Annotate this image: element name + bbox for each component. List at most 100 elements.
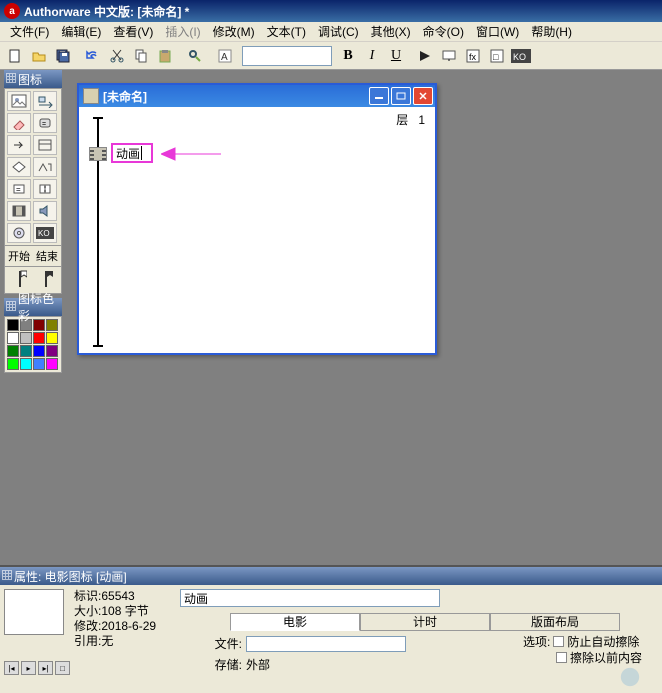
- tab-timing[interactable]: 计时: [360, 613, 490, 631]
- toolbar: A B I U fx □ KO: [0, 42, 662, 70]
- file-field[interactable]: [246, 636, 406, 652]
- menu-view[interactable]: 查看(V): [107, 21, 159, 42]
- func-button[interactable]: fx: [462, 45, 484, 67]
- color-swatch[interactable]: [46, 332, 58, 344]
- interaction-icon[interactable]: [33, 157, 57, 177]
- properties-title: 属性: 电影图标 [动画]: [0, 567, 662, 585]
- color-swatch[interactable]: [33, 332, 45, 344]
- color-grid: [4, 316, 62, 373]
- motion-icon[interactable]: [33, 91, 57, 111]
- flowline-area[interactable]: 层 1 动画: [79, 107, 435, 353]
- framework-icon[interactable]: [33, 135, 57, 155]
- color-swatch[interactable]: [7, 358, 19, 370]
- text-style-button[interactable]: A: [214, 45, 236, 67]
- save-all-button[interactable]: [52, 45, 74, 67]
- workarea: 图标 = = KO 开始 结束 图标色彩: [0, 70, 662, 565]
- color-swatch[interactable]: [20, 358, 32, 370]
- nav-icon[interactable]: [7, 135, 31, 155]
- display-icon[interactable]: [7, 91, 31, 111]
- color-swatch[interactable]: [20, 332, 32, 344]
- menubar: 文件(F) 编辑(E) 查看(V) 插入(I) 修改(M) 文本(T) 调试(C…: [0, 22, 662, 42]
- app-title: Authorware 中文版: [未命名] *: [24, 3, 189, 20]
- menu-cmd[interactable]: 命令(O): [417, 21, 470, 42]
- color-swatch[interactable]: [46, 358, 58, 370]
- map-icon[interactable]: [33, 179, 57, 199]
- design-icon: [83, 88, 99, 104]
- storage-value: 外部: [246, 656, 270, 673]
- menu-other[interactable]: 其他(X): [365, 21, 417, 42]
- menu-insert: 插入(I): [159, 21, 206, 42]
- ko-button[interactable]: KO: [510, 45, 532, 67]
- opt2-checkbox[interactable]: [556, 652, 567, 663]
- decision-icon[interactable]: [7, 157, 31, 177]
- svg-text:fx: fx: [469, 52, 477, 62]
- menu-debug[interactable]: 调试(C): [312, 21, 365, 42]
- color-swatch[interactable]: [7, 345, 19, 357]
- app-icon: a: [4, 3, 20, 19]
- maximize-button[interactable]: [391, 87, 411, 105]
- svg-text:KO: KO: [38, 229, 50, 238]
- icon-name-text: 动画: [116, 145, 140, 162]
- movie-icon[interactable]: [7, 201, 31, 221]
- dvd-icon[interactable]: [7, 223, 31, 243]
- tab-layout[interactable]: 版面布局: [490, 613, 620, 631]
- sound-icon[interactable]: [33, 201, 57, 221]
- find-button[interactable]: [184, 45, 206, 67]
- color-swatch[interactable]: [33, 358, 45, 370]
- open-button[interactable]: [28, 45, 50, 67]
- tab-movie[interactable]: 电影: [230, 613, 360, 631]
- run-button[interactable]: [414, 45, 436, 67]
- wait-icon[interactable]: =: [33, 113, 57, 133]
- italic-button[interactable]: I: [362, 46, 382, 66]
- copy-button[interactable]: [130, 45, 152, 67]
- frame-first-button[interactable]: |◂: [4, 661, 19, 675]
- style-combo[interactable]: [242, 46, 332, 66]
- file-label: 文件:: [210, 635, 242, 652]
- color-swatch[interactable]: [20, 345, 32, 357]
- icon-name-edit[interactable]: 动画: [111, 143, 153, 163]
- calc-icon[interactable]: =: [7, 179, 31, 199]
- flowline-end: [93, 345, 103, 347]
- app-titlebar: a Authorware 中文版: [未命名] *: [0, 0, 662, 22]
- options-group: 选项: 防止自动擦除 擦除以前内容: [523, 633, 642, 665]
- icon-name-field[interactable]: [180, 589, 440, 607]
- palette-title: 图标: [4, 70, 62, 88]
- icon-palette: 图标 = = KO 开始 结束 图标色彩: [4, 70, 62, 373]
- svg-text:=: =: [42, 121, 46, 128]
- underline-button[interactable]: U: [386, 46, 406, 66]
- frame-extra-button[interactable]: □: [55, 661, 70, 675]
- ko-icon[interactable]: KO: [33, 223, 57, 243]
- preview-thumbnail[interactable]: [4, 589, 64, 635]
- properties-panel: 属性: 电影图标 [动画] |◂ ▸ ▸| □ 标识:65543 大小:108 …: [0, 565, 662, 693]
- opt1-checkbox[interactable]: [553, 636, 564, 647]
- menu-window[interactable]: 窗口(W): [470, 21, 525, 42]
- menu-modify[interactable]: 修改(M): [207, 21, 261, 42]
- frame-play-button[interactable]: ▸: [21, 661, 36, 675]
- flowline-start: [93, 117, 103, 119]
- movie-icon-instance[interactable]: [89, 147, 107, 161]
- end-label: 结束: [36, 248, 58, 264]
- end-flag[interactable]: [37, 269, 55, 291]
- color-swatch[interactable]: [7, 332, 19, 344]
- color-swatch[interactable]: [33, 345, 45, 357]
- bold-button[interactable]: B: [338, 46, 358, 66]
- start-flag[interactable]: [11, 269, 29, 291]
- menu-file[interactable]: 文件(F): [4, 21, 55, 42]
- new-button[interactable]: [4, 45, 26, 67]
- design-titlebar[interactable]: [未命名]: [79, 85, 435, 107]
- undo-button[interactable]: [82, 45, 104, 67]
- options-label: 选项:: [523, 633, 550, 650]
- control-panel-button[interactable]: [438, 45, 460, 67]
- menu-edit[interactable]: 编辑(E): [55, 21, 107, 42]
- paste-button[interactable]: [154, 45, 176, 67]
- var-button[interactable]: □: [486, 45, 508, 67]
- frame-last-button[interactable]: ▸|: [38, 661, 53, 675]
- minimize-button[interactable]: [369, 87, 389, 105]
- close-button[interactable]: [413, 87, 433, 105]
- color-swatch[interactable]: [46, 345, 58, 357]
- erase-icon[interactable]: [7, 113, 31, 133]
- svg-text:KO: KO: [513, 52, 526, 62]
- cut-button[interactable]: [106, 45, 128, 67]
- menu-help[interactable]: 帮助(H): [525, 21, 578, 42]
- menu-text[interactable]: 文本(T): [261, 21, 312, 42]
